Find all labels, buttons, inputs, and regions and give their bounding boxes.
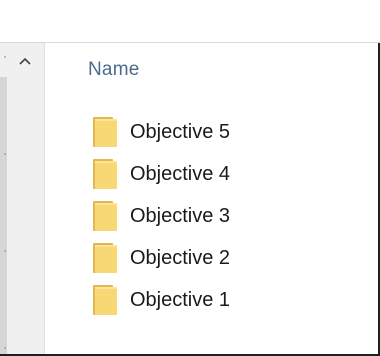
top-toolbar-strip bbox=[0, 0, 380, 23]
name-column-header[interactable]: Name bbox=[88, 59, 139, 81]
file-name: Objective 1 bbox=[130, 288, 231, 311]
file-name: Objective 2 bbox=[130, 246, 231, 269]
file-explorer-pane: Name Objective 5 Objective 4 Objective 3… bbox=[0, 0, 380, 356]
file-name: Objective 3 bbox=[130, 204, 231, 227]
nav-pane-edge bbox=[4, 43, 6, 356]
scroll-up-button[interactable] bbox=[16, 52, 34, 70]
navigation-pane-scrollbar[interactable] bbox=[0, 43, 45, 356]
list-item-objective-2[interactable]: Objective 2 bbox=[92, 237, 230, 279]
list-item-objective-5[interactable]: Objective 5 bbox=[92, 111, 230, 153]
list-item-objective-4[interactable]: Objective 4 bbox=[92, 153, 230, 195]
file-name: Objective 4 bbox=[130, 162, 231, 185]
folder-icon bbox=[93, 201, 117, 231]
list-item-objective-1[interactable]: Objective 1 bbox=[92, 279, 230, 321]
chevron-up-icon bbox=[19, 57, 31, 65]
folder-icon bbox=[93, 243, 117, 273]
folder-icon bbox=[93, 117, 117, 147]
file-name: Objective 5 bbox=[130, 120, 231, 143]
list-item-objective-3[interactable]: Objective 3 bbox=[92, 195, 230, 237]
folder-icon bbox=[93, 159, 117, 189]
file-list: Objective 5 Objective 4 Objective 3 Obje… bbox=[92, 111, 230, 321]
address-band bbox=[0, 22, 380, 43]
folder-icon bbox=[93, 285, 117, 315]
